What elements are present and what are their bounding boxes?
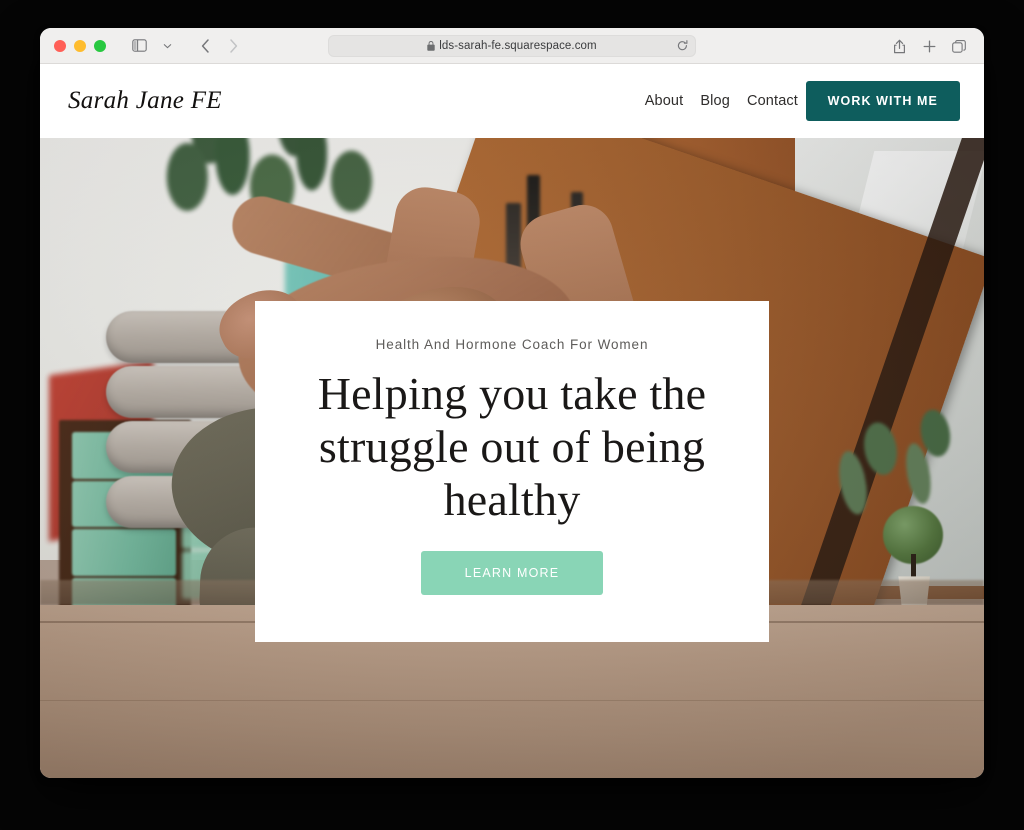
learn-more-button[interactable]: LEARN MORE [420,550,604,595]
lock-icon [427,40,435,51]
hero-text-card: Health And Hormone Coach For Women Helpi… [255,301,769,642]
chevron-down-icon[interactable] [154,34,180,58]
minimize-window-button[interactable] [74,39,86,52]
sidebar-toggle-icon[interactable] [126,34,152,58]
back-arrow-icon[interactable] [192,34,218,58]
browser-toolbar: lds-sarah-fe.squarespace.com [40,28,984,64]
address-bar[interactable]: lds-sarah-fe.squarespace.com [328,34,696,57]
desktop-background: lds-sarah-fe.squarespace.com Sarah Jane … [0,0,1024,830]
forward-arrow-icon[interactable] [220,34,246,58]
site-header: Sarah Jane FE About Blog Contact WORK WI… [40,64,984,138]
reload-icon[interactable] [677,39,688,52]
nav-link-about[interactable]: About [645,93,684,109]
nav-link-blog[interactable]: Blog [700,93,730,109]
window-controls [54,39,106,52]
close-window-button[interactable] [54,39,66,52]
toolbar-right-actions [886,28,972,64]
hero-eyebrow: Health And Hormone Coach For Women [375,337,649,352]
navigation-controls [126,34,246,58]
maximize-window-button[interactable] [94,39,106,52]
hero-section: Health And Hormone Coach For Women Helpi… [40,138,984,778]
main-navigation: About Blog Contact [645,93,798,109]
nav-link-contact[interactable]: Contact [747,93,798,109]
plus-icon[interactable] [916,34,942,58]
share-icon[interactable] [886,34,912,58]
site-logo[interactable]: Sarah Jane FE [68,87,222,115]
work-with-me-button[interactable]: WORK WITH ME [805,81,960,121]
hero-headline: Helping you take the struggle out of bei… [317,368,707,525]
browser-window: lds-sarah-fe.squarespace.com Sarah Jane … [40,28,984,778]
url-text: lds-sarah-fe.squarespace.com [439,39,597,52]
tab-overview-icon[interactable] [946,34,972,58]
